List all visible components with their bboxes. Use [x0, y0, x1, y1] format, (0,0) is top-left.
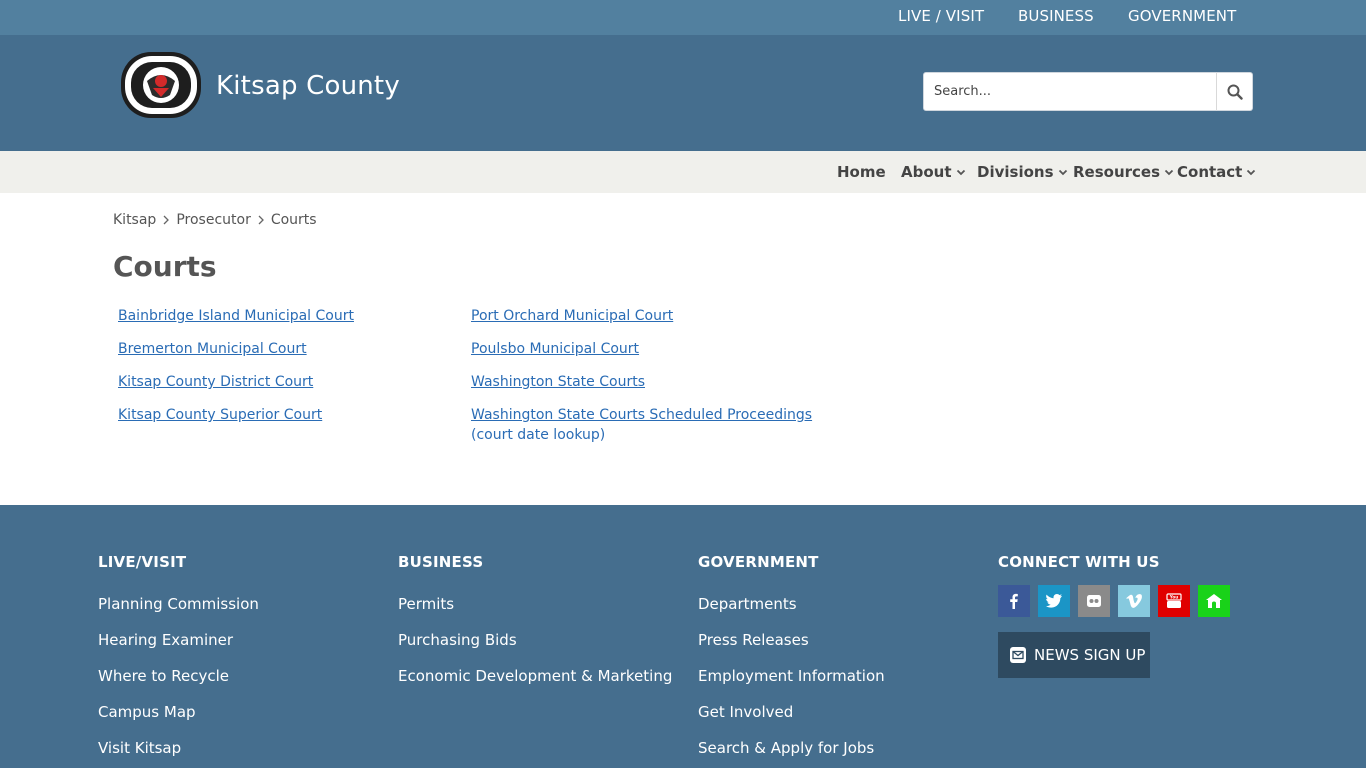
main-nav: Home About Divisions Resources Contact	[0, 151, 1366, 193]
footer-link[interactable]: Visit Kitsap	[98, 739, 181, 757]
footer-link[interactable]: Press Releases	[698, 631, 809, 649]
link-poulsbo-court[interactable]: Poulsbo Municipal Court	[471, 339, 639, 359]
footer-heading-connect: CONNECT WITH US	[998, 553, 1160, 571]
footer-link[interactable]: Purchasing Bids	[398, 631, 517, 649]
nav-resources[interactable]: Resources	[1073, 163, 1174, 181]
youtube-button[interactable]: You	[1158, 585, 1190, 617]
footer-link[interactable]: Economic Development & Marketing	[398, 667, 672, 685]
nav-divisions[interactable]: Divisions	[977, 163, 1068, 181]
footer-heading-government: GOVERNMENT	[698, 553, 819, 571]
search-button[interactable]	[1216, 72, 1253, 111]
footer-heading-live-visit: LIVE/VISIT	[98, 553, 187, 571]
link-wa-state-courts[interactable]: Washington State Courts	[471, 372, 645, 392]
svg-text:You: You	[1169, 595, 1179, 600]
page-title: Courts	[113, 250, 217, 283]
youtube-icon: You	[1166, 593, 1182, 608]
breadcrumb-current: Courts	[270, 212, 317, 228]
county-seal-logo[interactable]	[120, 51, 202, 119]
footer-link[interactable]: Search & Apply for Jobs	[698, 739, 874, 757]
utility-link-business[interactable]: BUSINESS	[1018, 7, 1094, 25]
footer-link[interactable]: Employment Information	[698, 667, 885, 685]
utility-link-live-visit[interactable]: LIVE / VISIT	[898, 7, 984, 25]
news-signup-button[interactable]: NEWS SIGN UP	[998, 632, 1150, 678]
chevron-down-icon	[1058, 169, 1067, 176]
footer-link[interactable]: Departments	[698, 595, 797, 613]
nav-about[interactable]: About	[901, 163, 966, 181]
chevron-right-icon	[257, 215, 265, 225]
link-superior-court[interactable]: Kitsap County Superior Court	[118, 405, 322, 425]
vimeo-icon	[1126, 594, 1142, 608]
nav-home[interactable]: Home	[837, 163, 886, 181]
link-district-court[interactable]: Kitsap County District Court	[118, 372, 313, 392]
search-icon	[1227, 84, 1243, 100]
flickr-button[interactable]	[1078, 585, 1110, 617]
breadcrumb: Kitsap Prosecutor Courts	[113, 212, 317, 228]
chevron-down-icon	[1164, 169, 1174, 176]
twitter-button[interactable]	[1038, 585, 1070, 617]
vimeo-button[interactable]	[1118, 585, 1150, 617]
utility-bar: LIVE / VISIT BUSINESS GOVERNMENT	[0, 0, 1366, 35]
chevron-right-icon	[162, 215, 170, 225]
nextdoor-icon	[1206, 594, 1222, 608]
chevron-down-icon	[1247, 169, 1256, 176]
footer-link[interactable]: Permits	[398, 595, 454, 613]
footer-link[interactable]: Where to Recycle	[98, 667, 229, 685]
envelope-icon	[1010, 647, 1026, 663]
site-title[interactable]: Kitsap County	[216, 71, 400, 101]
link-bainbridge-court[interactable]: Bainbridge Island Municipal Court	[118, 306, 354, 326]
flickr-icon	[1087, 595, 1101, 607]
footer-link[interactable]: Hearing Examiner	[98, 631, 233, 649]
breadcrumb-kitsap[interactable]: Kitsap	[113, 212, 156, 228]
facebook-icon	[1010, 593, 1018, 609]
breadcrumb-prosecutor[interactable]: Prosecutor	[176, 212, 251, 228]
footer-link[interactable]: Campus Map	[98, 703, 196, 721]
link-port-orchard-court[interactable]: Port Orchard Municipal Court	[471, 306, 673, 326]
nav-contact[interactable]: Contact	[1177, 163, 1256, 181]
facebook-button[interactable]	[998, 585, 1030, 617]
nextdoor-button[interactable]	[1198, 585, 1230, 617]
court-date-lookup-note[interactable]: (court date lookup)	[471, 425, 605, 445]
footer-link[interactable]: Planning Commission	[98, 595, 259, 613]
footer-link[interactable]: Get Involved	[698, 703, 793, 721]
site-header: Kitsap County	[0, 35, 1366, 151]
footer-heading-business: BUSINESS	[398, 553, 484, 571]
link-wa-scheduled-proceedings[interactable]: Washington State Courts Scheduled Procee…	[471, 405, 812, 425]
twitter-icon	[1046, 594, 1062, 608]
news-signup-label: NEWS SIGN UP	[1034, 646, 1146, 664]
search-input[interactable]	[923, 72, 1217, 111]
utility-link-government[interactable]: GOVERNMENT	[1128, 7, 1236, 25]
chevron-down-icon	[956, 169, 965, 176]
site-footer: LIVE/VISIT Planning Commission Hearing E…	[0, 505, 1366, 768]
link-bremerton-court[interactable]: Bremerton Municipal Court	[118, 339, 307, 359]
